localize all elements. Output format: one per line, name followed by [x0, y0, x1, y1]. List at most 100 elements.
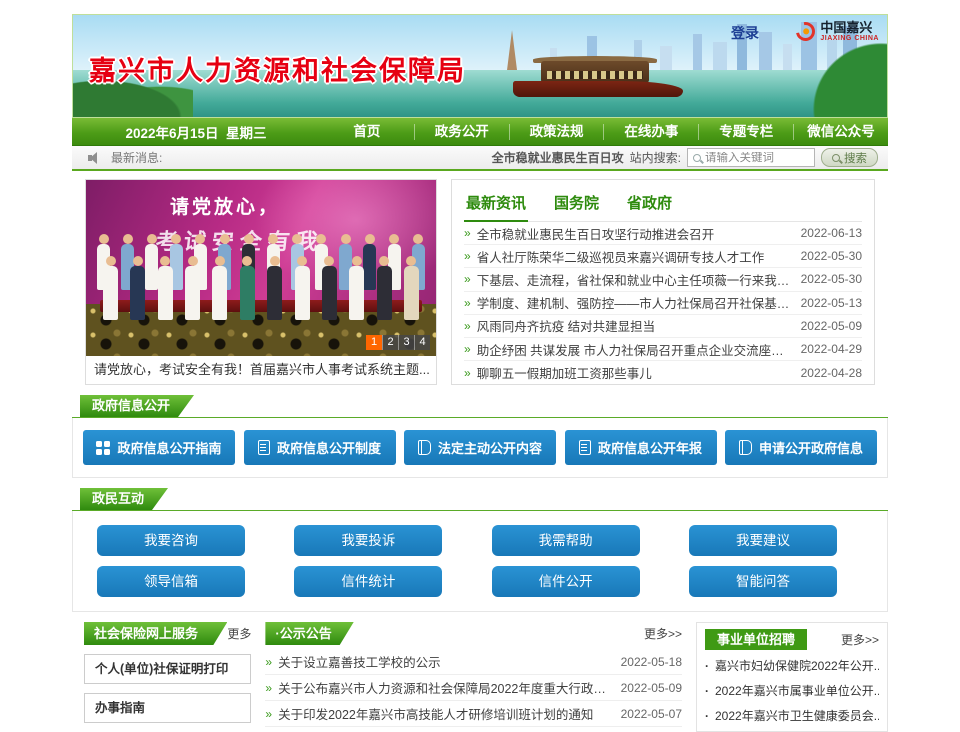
jiaxing-logo-icon [793, 18, 819, 44]
photo-carousel[interactable]: 请党放心， 考试安全有我 1 2 3 [85, 179, 437, 385]
recruitment-item[interactable]: 2022年嘉兴市属事业单位公开... [705, 675, 879, 700]
notice-item[interactable]: »关于公布嘉兴市人力资源和社会保障局2022年度重大行政决策事...2022-0… [265, 675, 682, 701]
section-interaction: 政民互动 我要咨询 我要投诉 我需帮助 我要建议 领导信箱 信件统计 信件公开 … [72, 488, 888, 612]
annual-report-button[interactable]: 政府信息公开年报 [565, 430, 717, 465]
search-icon [693, 154, 701, 162]
news-item[interactable]: »学制度、建机制、强防控——市人力社保局召开社保基金要情专题学习会2022-05… [464, 292, 862, 315]
pager-button[interactable]: 1 [366, 335, 382, 350]
recruitment-item[interactable]: 嘉兴市妇幼保健院2022年公开... [705, 650, 879, 675]
leader-mailbox-button[interactable]: 领导信箱 [97, 566, 245, 597]
pager-button[interactable]: 4 [414, 335, 430, 350]
more-link[interactable]: 更多>> [841, 631, 879, 648]
more-link[interactable]: 更多 [227, 625, 251, 642]
nav-item-policies[interactable]: 政策法规 [509, 124, 604, 140]
news-item[interactable]: »风雨同舟齐抗疫 结对共建显担当2022-05-09 [464, 315, 862, 338]
search-icon [832, 154, 840, 162]
service-guide-item[interactable]: 办事指南 [84, 693, 251, 723]
site-search-label: 站内搜索: [630, 149, 681, 166]
search-input[interactable] [705, 152, 809, 164]
disclosure-system-button[interactable]: 政府信息公开制度 [244, 430, 396, 465]
pager-button[interactable]: 2 [382, 335, 398, 350]
social-insurance-title: 社会保险网上服务大厅 [84, 622, 227, 645]
letter-disclosure-button[interactable]: 信件公开 [492, 566, 640, 597]
tab-state-council[interactable]: 国务院 [552, 186, 601, 221]
pager-button[interactable]: 3 [398, 335, 414, 350]
news-item[interactable]: »助企纾困 共谋发展 市人力社保局召开重点企业交流座谈会2022-04-29 [464, 338, 862, 361]
book-icon [739, 440, 752, 455]
section-title: 政民互动 [80, 488, 168, 510]
document-icon [579, 440, 591, 455]
double-arrow-icon: » [265, 681, 272, 695]
photo-banner-line1: 请党放心， [170, 192, 280, 219]
double-arrow-icon: » [464, 366, 471, 380]
nav-item-online-services[interactable]: 在线办事 [603, 124, 698, 140]
ticker-label: 最新消息: [111, 149, 162, 166]
nav-item-special-columns[interactable]: 专题专栏 [698, 124, 793, 140]
recruitment-title: 事业单位招聘 [705, 629, 807, 650]
double-arrow-icon: » [464, 249, 471, 263]
recruitment-item[interactable]: 2022年嘉兴市卫生健康委员会... [705, 700, 879, 725]
document-icon [258, 440, 270, 455]
news-item[interactable]: »全市稳就业惠民生百日攻坚行动推进会召开2022-06-13 [464, 222, 862, 245]
nav-item-home[interactable]: 首页 [320, 124, 414, 140]
news-ticker-bar: 最新消息: 全市稳就业惠民生百日攻 站内搜索: 搜索 [72, 146, 888, 171]
nav-item-gov-disclosure[interactable]: 政务公开 [414, 124, 509, 140]
news-panel: 最新资讯 国务院 省政府 »全市稳就业惠民生百日攻坚行动推进会召开2022-06… [451, 179, 875, 385]
smart-qa-button[interactable]: 智能问答 [689, 566, 837, 597]
letter-stats-button[interactable]: 信件统计 [294, 566, 442, 597]
nav-item-wechat[interactable]: 微信公众号 [793, 124, 888, 140]
more-link[interactable]: 更多>> [644, 625, 682, 642]
carousel-pager: 1 2 3 4 [366, 335, 430, 350]
carousel-photo: 请党放心， 考试安全有我 1 2 3 [86, 180, 436, 356]
jiaxing-logo[interactable]: 中国嘉兴 JIAXING CHINA [796, 21, 879, 42]
notices-column: ·公示公告 更多>> »关于设立嘉善技工学校的公示2022-05-18 »关于公… [265, 622, 682, 732]
news-item[interactable]: »省人社厅陈荣华二级巡视员来嘉兴调研专技人才工作2022-05-30 [464, 245, 862, 268]
news-item[interactable]: »聊聊五一假期加班工资那些事儿2022-04-28 [464, 361, 862, 384]
people-front-row [102, 256, 420, 320]
notice-item[interactable]: »关于设立嘉善技工学校的公示2022-05-18 [265, 649, 682, 675]
insurance-cert-print-item[interactable]: 个人(单位)社保证明打印 [84, 654, 251, 684]
search-box [687, 148, 815, 167]
statutory-disclosure-button[interactable]: 法定主动公开内容 [404, 430, 556, 465]
logo-title: 中国嘉兴 [820, 21, 879, 35]
suggestion-button[interactable]: 我要建议 [689, 525, 837, 556]
logo-subtitle: JIAXING CHINA [820, 35, 879, 42]
section-info-disclosure: 政府信息公开 政府信息公开指南 政府信息公开制度 法定主动公开内容 政府信息公开… [72, 395, 888, 478]
red-boat-graphic [513, 51, 683, 97]
need-help-button[interactable]: 我需帮助 [492, 525, 640, 556]
double-arrow-icon: » [464, 226, 471, 240]
double-arrow-icon: » [464, 296, 471, 310]
request-disclosure-button[interactable]: 申请公开政府信息 [725, 430, 877, 465]
recruitment-column: 事业单位招聘 更多>> 嘉兴市妇幼保健院2022年公开... 2022年嘉兴市属… [696, 622, 888, 732]
section-title: 政府信息公开 [80, 395, 194, 417]
double-arrow-icon: » [265, 655, 272, 669]
double-arrow-icon: » [464, 272, 471, 286]
news-item[interactable]: »下基层、走流程，省社保和就业中心主任项薇一行来我市调研“国统”上线情况2022… [464, 268, 862, 291]
consult-button[interactable]: 我要咨询 [97, 525, 245, 556]
social-insurance-column: 社会保险网上服务大厅 更多 个人(单位)社保证明打印 办事指南 [84, 622, 251, 732]
speaker-icon [88, 152, 103, 164]
news-tabs: 最新资讯 国务院 省政府 [464, 186, 862, 222]
grid-icon [96, 441, 110, 455]
notice-item[interactable]: »关于印发2022年嘉兴市高技能人才研修培训班计划的通知2022-05-07 [265, 701, 682, 727]
book-icon [418, 440, 431, 455]
campaign-text: 全市稳就业惠民生百日攻 [492, 149, 624, 166]
carousel-caption[interactable]: 请党放心，考试安全有我！首届嘉兴市人事考试系统主题... [86, 356, 436, 384]
trees-graphic [809, 39, 888, 117]
search-button[interactable]: 搜索 [821, 148, 878, 167]
double-arrow-icon: » [265, 707, 272, 721]
news-list: »全市稳就业惠民生百日攻坚行动推进会召开2022-06-13 »省人社厅陈荣华二… [464, 222, 862, 384]
header-banner: 嘉兴市人力资源和社会保障局 登录 中国嘉兴 JIAXING CHINA [72, 14, 888, 118]
site-title: 嘉兴市人力资源和社会保障局 [89, 49, 466, 88]
double-arrow-icon: » [464, 342, 471, 356]
double-arrow-icon: » [464, 319, 471, 333]
tab-provincial-gov[interactable]: 省政府 [625, 186, 674, 221]
tab-latest-news[interactable]: 最新资讯 [464, 186, 528, 222]
disclosure-guide-button[interactable]: 政府信息公开指南 [83, 430, 235, 465]
nav-date: 2022年6月15日 星期三 [72, 122, 320, 142]
complaint-button[interactable]: 我要投诉 [294, 525, 442, 556]
notices-title: ·公示公告 [265, 622, 353, 645]
main-nav: 2022年6月15日 星期三 首页 政务公开 政策法规 在线办事 专题专栏 微信… [72, 118, 888, 146]
page-content: 嘉兴市人力资源和社会保障局 登录 中国嘉兴 JIAXING CHINA 2022… [72, 14, 888, 732]
login-link[interactable]: 登录 [731, 23, 759, 43]
